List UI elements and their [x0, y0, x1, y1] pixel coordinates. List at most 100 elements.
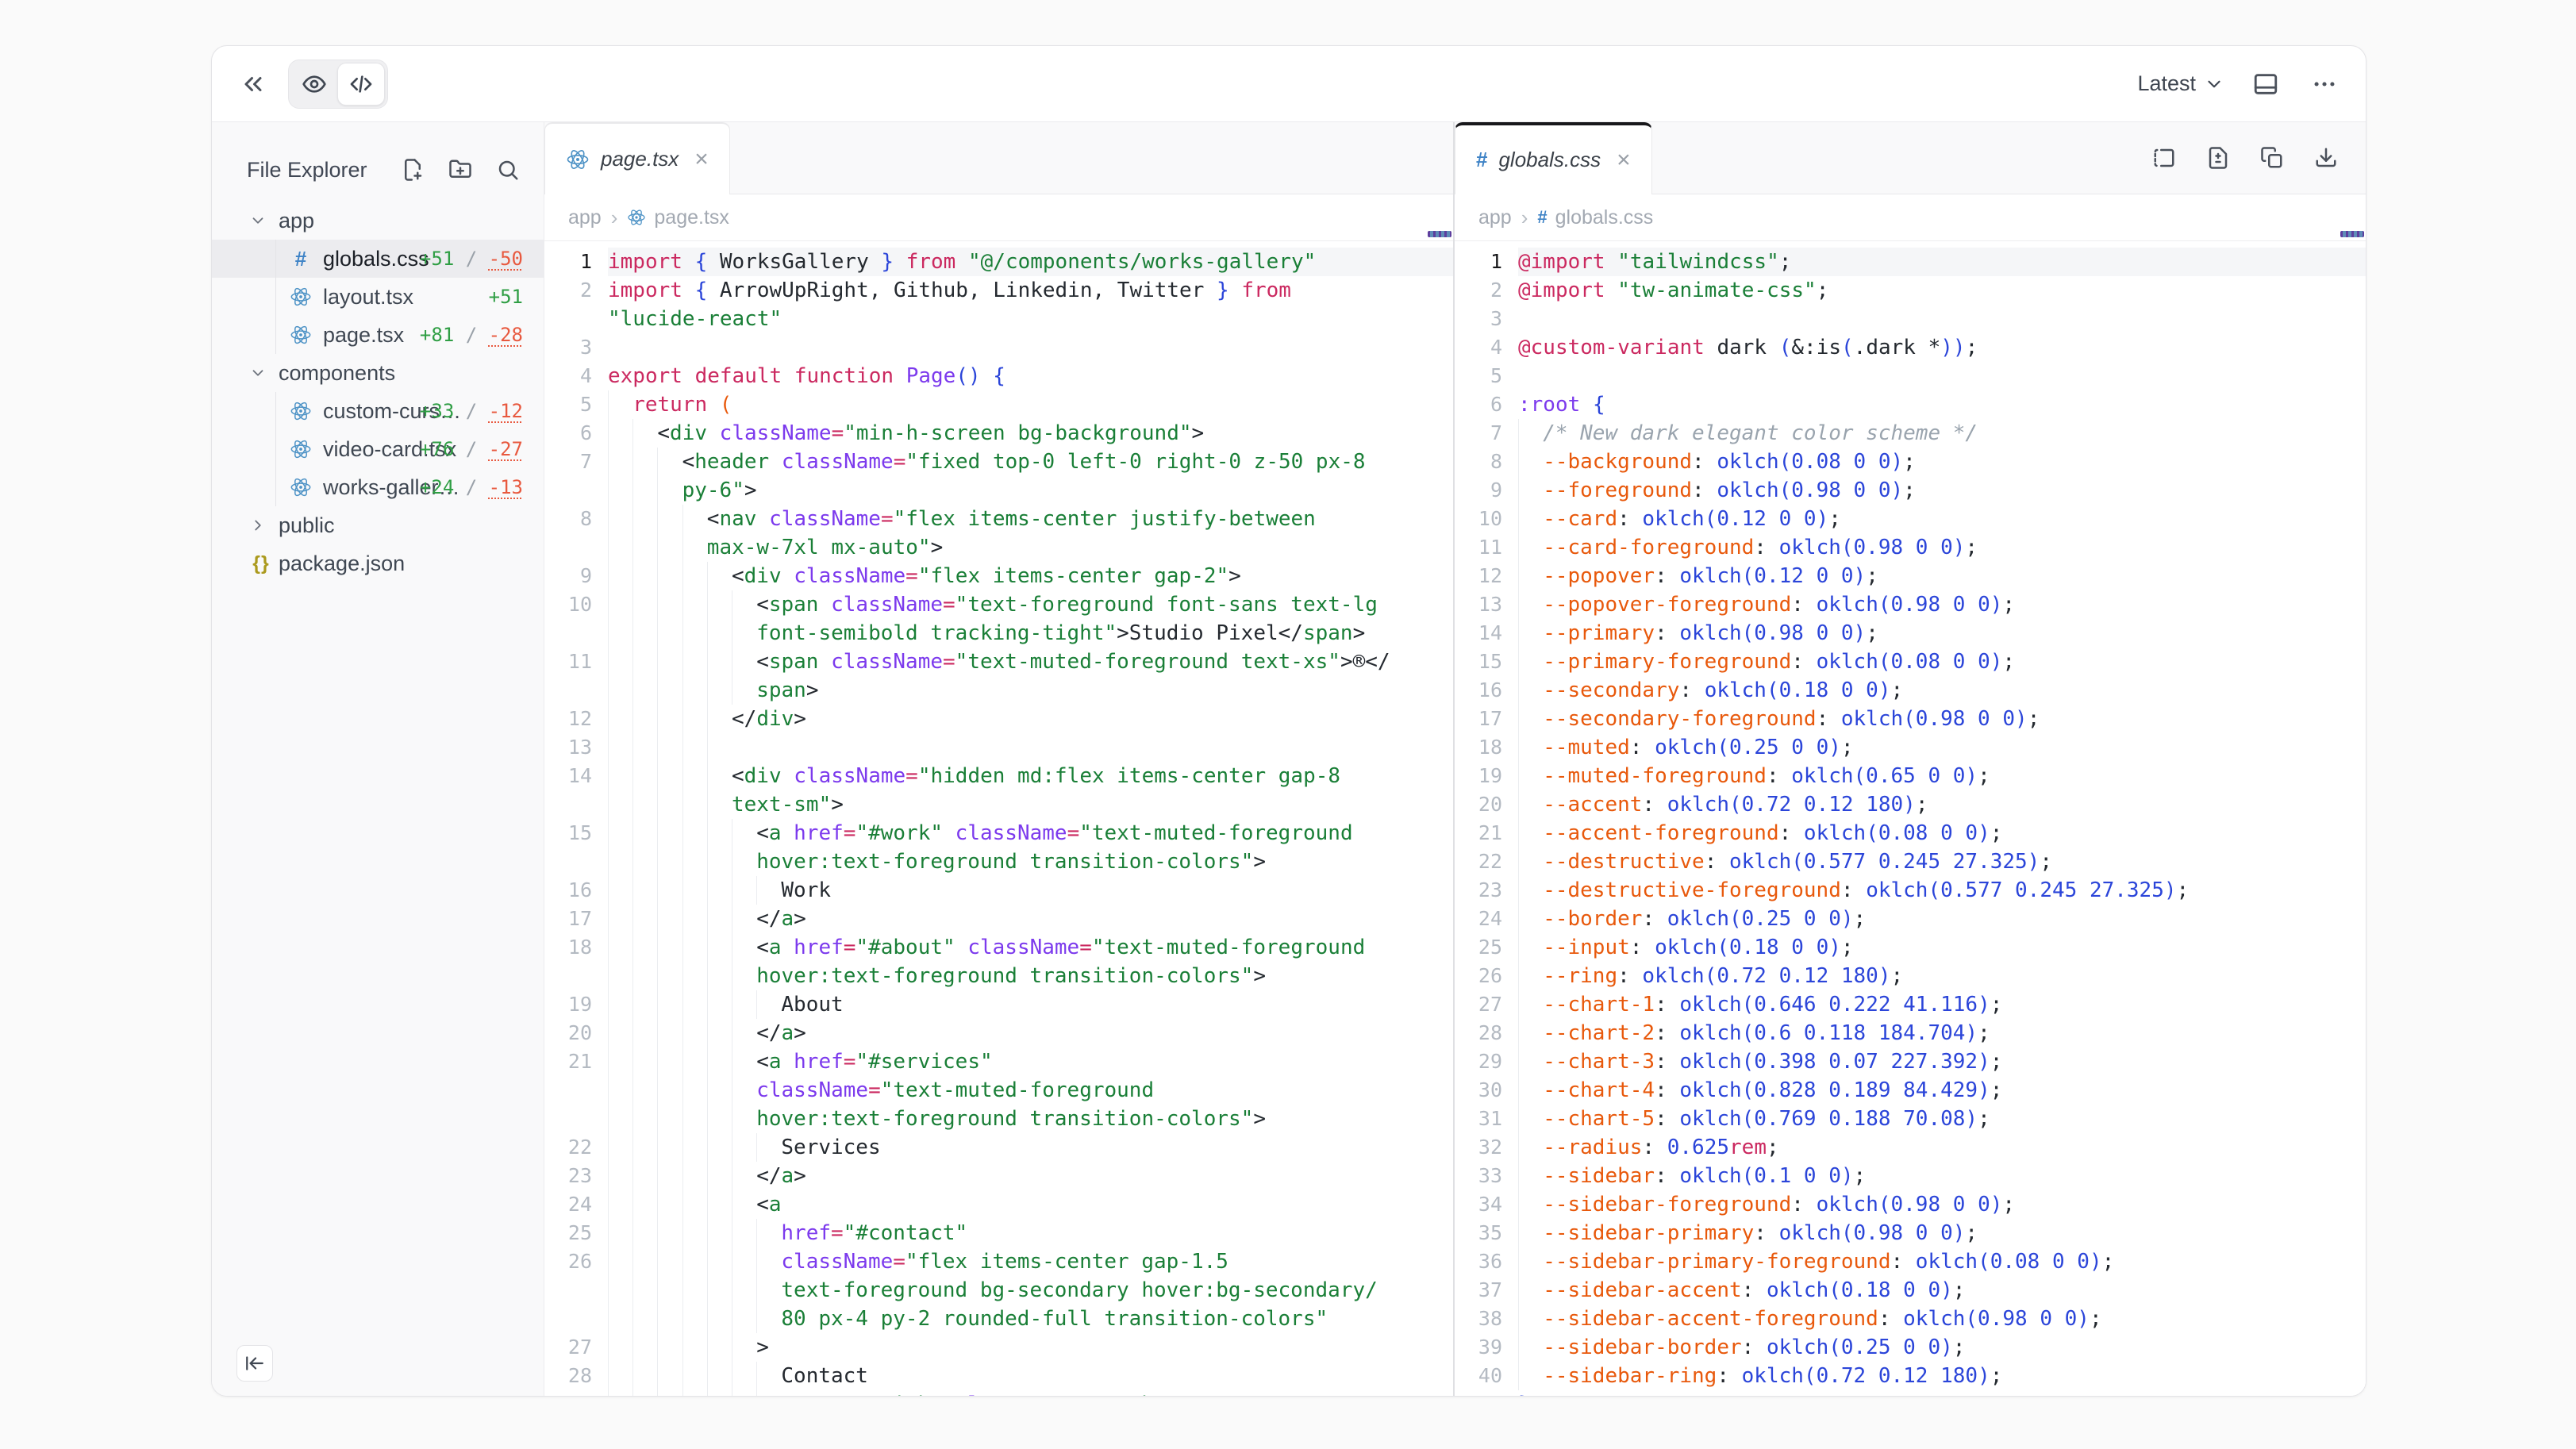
indent-guide [756, 990, 757, 1019]
line-number [544, 1305, 608, 1333]
indent-guide [756, 1276, 757, 1305]
download-button[interactable] [2309, 140, 2343, 175]
code-line: 25--input: oklch(0.18 0 0); [1455, 933, 2366, 962]
indent-guide [632, 1276, 633, 1305]
code-line-content: --sidebar: oklch(0.1 0 0); [1518, 1162, 2366, 1190]
breadcrumb-file[interactable]: page.tsx [654, 206, 729, 229]
line-number [544, 476, 608, 505]
code-line: className="text-muted-foreground [544, 1076, 1453, 1105]
indent-guide [707, 876, 708, 905]
code-line: 26--ring: oklch(0.72 0.12 180); [1455, 962, 2366, 990]
code-editor-page-tsx[interactable]: 1import { WorksGallery } from "@/compone… [544, 241, 1453, 1396]
tree-folder-public[interactable]: public [212, 506, 544, 544]
code-line-content: <ArrowUpRight className="w-4 h-4" /> [608, 1390, 1453, 1396]
code-line: 37--sidebar-accent: oklch(0.18 0 0); [1455, 1276, 2366, 1305]
collapse-sidebar-button[interactable] [236, 1345, 273, 1382]
code-line-content: --popover-foreground: oklch(0.98 0 0); [1518, 590, 2366, 619]
code-line-content: --popover: oklch(0.12 0 0); [1518, 562, 2366, 590]
tab-globals-css[interactable]: # globals.css × [1455, 122, 1652, 194]
line-number: 10 [544, 590, 608, 619]
tree-folder-app[interactable]: app [212, 202, 544, 240]
tree-file-video-card.tsx[interactable]: video-card.tsx+76 / -27 [212, 430, 544, 468]
split-view-button[interactable] [2147, 140, 2182, 175]
code-editor-globals-css[interactable]: 1@import "tailwindcss";2@import "tw-anim… [1455, 241, 2366, 1396]
new-file-button[interactable] [399, 156, 426, 183]
indent-guide [707, 1105, 708, 1133]
horizontal-scrollbar-thumb[interactable] [2340, 231, 2364, 237]
tree-file-page.tsx[interactable]: page.tsx+81 / -28 [212, 316, 544, 354]
tree-file-custom-curs-[interactable]: custom-curs…+33 / -12 [212, 392, 544, 430]
chevron-down-icon [249, 212, 267, 229]
code-line: 9--foreground: oklch(0.98 0 0); [1455, 476, 2366, 505]
close-tab-icon[interactable]: × [1617, 148, 1631, 172]
more-options-button[interactable] [2307, 67, 2342, 102]
file-label: package.json [279, 552, 405, 576]
indent-guide [657, 676, 658, 705]
code-line: text-foreground bg-secondary hover:bg-se… [544, 1276, 1453, 1305]
indent-guide [632, 562, 633, 590]
line-number [544, 847, 608, 876]
preview-toggle-button[interactable] [291, 63, 337, 105]
tree-file-globals.css[interactable]: #globals.css+51 / -50 [212, 240, 544, 278]
code-line-content: --accent: oklch(0.72 0.12 180); [1518, 790, 2366, 819]
breadcrumb-folder[interactable]: app [568, 206, 602, 229]
horizontal-scrollbar-thumb[interactable] [1428, 231, 1451, 237]
version-dropdown[interactable]: Latest [2137, 71, 2224, 96]
close-tab-icon[interactable]: × [694, 148, 709, 171]
line-number [544, 962, 608, 990]
file-diff-button[interactable] [2201, 140, 2236, 175]
code-line: 1import { WorksGallery } from "@/compone… [544, 248, 1453, 276]
indent-guide [707, 1162, 708, 1190]
code-line-content: font-semibold tracking-tight">Studio Pix… [608, 619, 1453, 648]
indent-guide [707, 1047, 708, 1076]
code-line: 24<a [544, 1190, 1453, 1219]
tree-file-works-galler-[interactable]: works-galler…+24 / -13 [212, 468, 544, 506]
folder-label: app [279, 209, 314, 233]
eye-icon [302, 71, 327, 97]
tree-file-package.json[interactable]: {}package.json [212, 544, 544, 582]
line-number: 25 [1455, 933, 1518, 962]
code-line: 4export default function Page() { [544, 362, 1453, 390]
breadcrumb-file[interactable]: globals.css [1555, 206, 1654, 229]
tree-file-layout.tsx[interactable]: layout.tsx+51 [212, 278, 544, 316]
code-line-content: About [608, 990, 1453, 1019]
line-number: 11 [544, 648, 608, 676]
indent-guide [657, 1190, 658, 1219]
code-line: 80 px-4 py-2 rounded-full transition-col… [544, 1305, 1453, 1333]
search-button[interactable] [494, 156, 521, 183]
line-number [544, 676, 608, 705]
code-line: hover:text-foreground transition-colors"… [544, 962, 1453, 990]
collapse-chat-button[interactable] [236, 67, 271, 102]
code-line-content: max-w-7xl mx-auto"> [608, 533, 1453, 562]
indent-guide [608, 1019, 609, 1047]
indent-guide [1518, 762, 1519, 790]
line-number: 16 [1455, 676, 1518, 705]
app-window: Latest File Explorer [211, 45, 2366, 1397]
code-line: 27--chart-1: oklch(0.646 0.222 41.116); [1455, 990, 2366, 1019]
indent-guide [682, 1390, 683, 1396]
indent-guide [657, 876, 658, 905]
bottom-panel-button[interactable] [2248, 67, 2283, 102]
indent-guide [632, 1076, 633, 1105]
code-line-content: --secondary: oklch(0.18 0 0); [1518, 676, 2366, 705]
code-line: 7/* New dark elegant color scheme */ [1455, 419, 2366, 448]
code-line-content: className="text-muted-foreground [608, 1076, 1453, 1105]
line-number: 34 [1455, 1190, 1518, 1219]
indent-guide [608, 1219, 609, 1247]
indent-guide [1518, 1247, 1519, 1276]
line-number [544, 790, 608, 819]
code-line: 6:root { [1455, 390, 2366, 419]
copy-button[interactable] [2255, 140, 2290, 175]
indent-guide [707, 1076, 708, 1105]
code-line-content: "lucide-react" [608, 305, 1453, 333]
line-number: 3 [544, 333, 608, 362]
code-line: 29<ArrowUpRight className="w-4 h-4" /> [544, 1390, 1453, 1396]
indent-guide [632, 705, 633, 733]
new-folder-button[interactable] [447, 156, 474, 183]
code-toggle-button[interactable] [337, 63, 385, 106]
tree-folder-components[interactable]: components [212, 354, 544, 392]
indent-guide [682, 1333, 683, 1362]
code-line: hover:text-foreground transition-colors"… [544, 847, 1453, 876]
breadcrumb-folder[interactable]: app [1478, 206, 1512, 229]
tab-page-tsx[interactable]: page.tsx × [544, 122, 730, 194]
